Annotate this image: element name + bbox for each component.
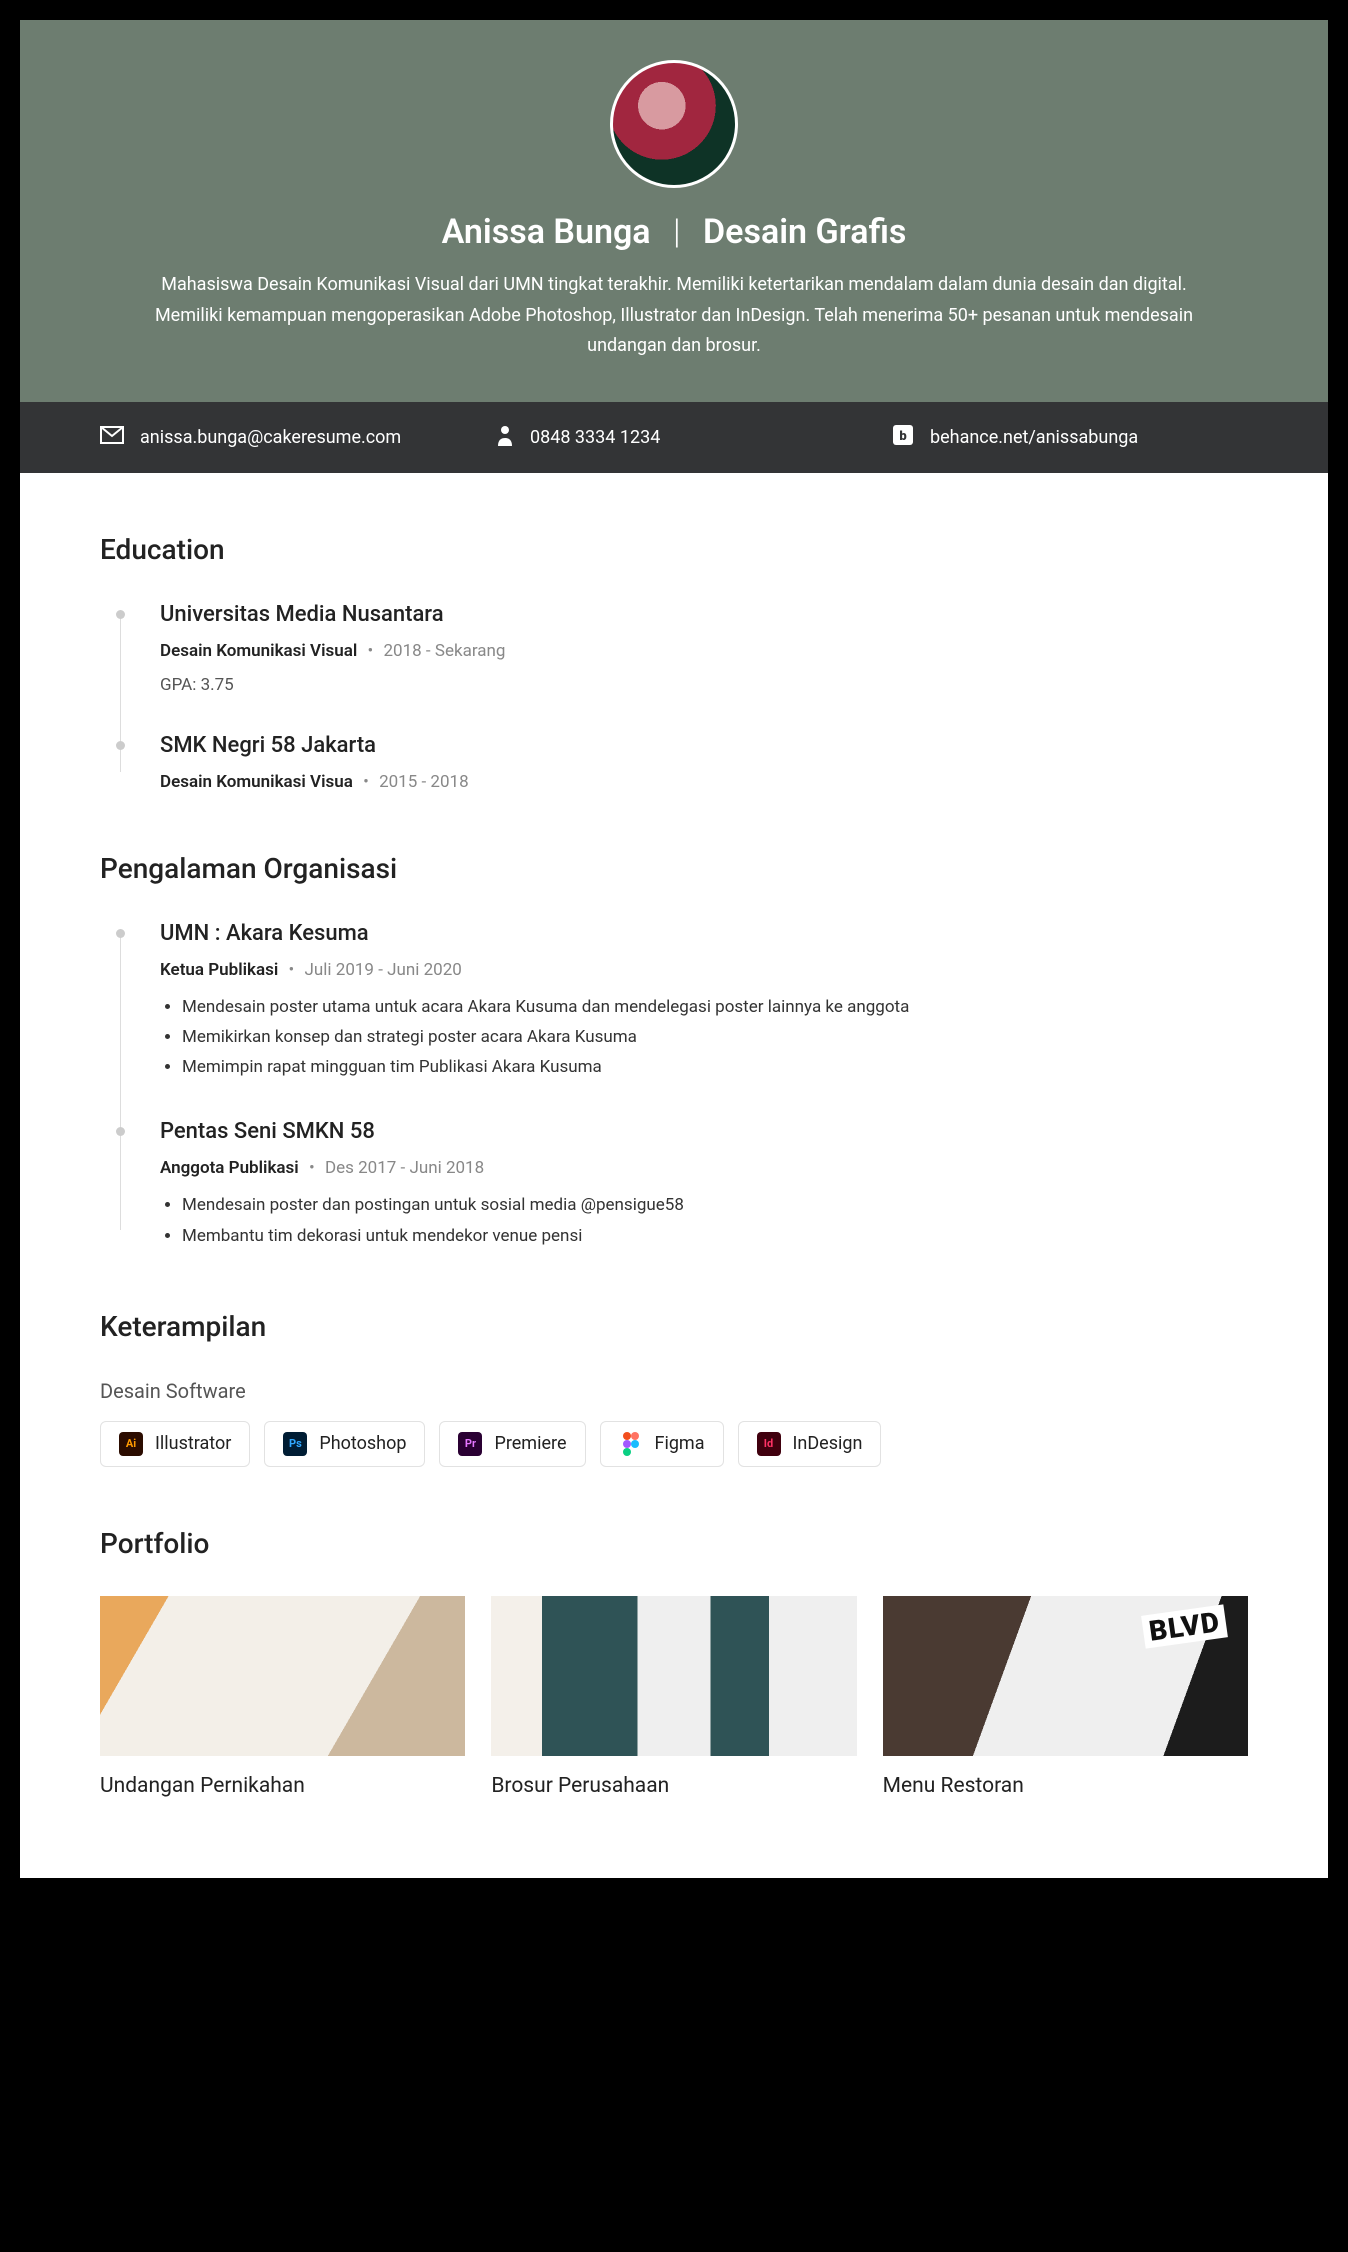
- behance-text: behance.net/anissabunga: [930, 427, 1138, 448]
- education-title: Education: [100, 533, 1248, 566]
- portfolio-image: [491, 1596, 856, 1756]
- org-name: Pentas Seni SMKN 58: [160, 1119, 1248, 1144]
- skill-label: Premiere: [494, 1433, 566, 1454]
- skill-icon: [619, 1432, 643, 1456]
- portfolio-caption: Menu Restoran: [883, 1774, 1248, 1798]
- skills-section: Keterampilan Desain Software Ai Illustrat…: [100, 1310, 1248, 1467]
- org-name: UMN : Akara Kesuma: [160, 921, 1248, 946]
- role-line: Ketua Publikasi • Juli 2019 - Juni 2020: [160, 960, 1248, 980]
- contact-behance: b behance.net/anissabunga: [892, 424, 1248, 451]
- education-timeline: Universitas Media Nusantara Desain Komuni…: [100, 602, 1248, 792]
- skill-label: InDesign: [793, 1433, 863, 1454]
- svg-text:b: b: [899, 429, 906, 444]
- experience-section: Pengalaman Organisasi UMN : Akara Kesuma…: [100, 852, 1248, 1250]
- school-name: SMK Negri 58 Jakarta: [160, 733, 1248, 758]
- portfolio-image: [883, 1596, 1248, 1756]
- hero: Anissa Bunga | Desain Grafis Mahasiswa D…: [20, 20, 1328, 402]
- portfolio-image: [100, 1596, 465, 1756]
- person-icon: [496, 424, 514, 451]
- program-line: Desain Komunikasi Visual • 2018 - Sekara…: [160, 641, 1248, 661]
- contact-email: anissa.bunga@cakeresume.com: [100, 424, 456, 451]
- contact-phone: 0848 3334 1234: [496, 424, 852, 451]
- email-text: anissa.bunga@cakeresume.com: [140, 427, 401, 448]
- skill-chip: Id InDesign: [738, 1421, 882, 1467]
- person-name: Anissa Bunga: [442, 212, 651, 252]
- hero-summary: Mahasiswa Desain Komunikasi Visual dari …: [149, 270, 1199, 362]
- behance-icon: b: [892, 424, 914, 451]
- program-line: Desain Komunikasi Visua • 2015 - 2018: [160, 772, 1248, 792]
- experience-title: Pengalaman Organisasi: [100, 852, 1248, 885]
- skill-chip: Pr Premiere: [439, 1421, 585, 1467]
- content: Education Universitas Media Nusantara Des…: [20, 473, 1328, 1878]
- title-separator: |: [673, 212, 681, 252]
- education-extra: GPA: 3.75: [160, 675, 1248, 695]
- skill-chip: Ai Illustrator: [100, 1421, 250, 1467]
- portfolio-section: Portfolio Undangan Pernikahan Brosur Peru…: [100, 1527, 1248, 1798]
- portfolio-item: Menu Restoran: [883, 1596, 1248, 1798]
- skill-chip: Figma: [600, 1421, 724, 1467]
- resume-page: Anissa Bunga | Desain Grafis Mahasiswa D…: [20, 20, 1328, 1878]
- skill-label: Figma: [655, 1433, 705, 1454]
- experience-item: UMN : Akara Kesuma Ketua Publikasi • Juli…: [160, 921, 1248, 1082]
- skill-label: Photoshop: [319, 1433, 406, 1454]
- skill-icon: Id: [757, 1432, 781, 1456]
- skill-row: Ai Illustrator Ps Photoshop Pr Premiere Figma I…: [100, 1421, 1248, 1467]
- bullet: Membantu tim dekorasi untuk mendekor ven…: [182, 1223, 1248, 1250]
- portfolio-title: Portfolio: [100, 1527, 1248, 1560]
- education-item: Universitas Media Nusantara Desain Komuni…: [160, 602, 1248, 695]
- bullet: Mendesain poster utama untuk acara Akara…: [182, 994, 1248, 1021]
- portfolio-caption: Undangan Pernikahan: [100, 1774, 465, 1798]
- skills-subheading: Desain Software: [100, 1379, 1248, 1403]
- education-item: SMK Negri 58 Jakarta Desain Komunikasi Vi…: [160, 733, 1248, 792]
- skill-label: Illustrator: [155, 1433, 231, 1454]
- avatar: [610, 60, 738, 188]
- skill-icon: Ai: [119, 1432, 143, 1456]
- mail-icon: [100, 426, 124, 449]
- experience-timeline: UMN : Akara Kesuma Ketua Publikasi • Juli…: [100, 921, 1248, 1250]
- skill-icon: Ps: [283, 1432, 307, 1456]
- skill-chip: Ps Photoshop: [264, 1421, 425, 1467]
- role-line: Anggota Publikasi • Des 2017 - Juni 2018: [160, 1158, 1248, 1178]
- school-name: Universitas Media Nusantara: [160, 602, 1248, 627]
- phone-text: 0848 3334 1234: [530, 427, 660, 448]
- contact-bar: anissa.bunga@cakeresume.com 0848 3334 12…: [20, 402, 1328, 473]
- experience-bullets: Mendesain poster utama untuk acara Akara…: [160, 994, 1248, 1082]
- skills-title: Keterampilan: [100, 1310, 1248, 1343]
- bullet: Memimpin rapat mingguan tim Publikasi Ak…: [182, 1054, 1248, 1081]
- portfolio-item: Undangan Pernikahan: [100, 1596, 465, 1798]
- bullet: Memikirkan konsep dan strategi poster ac…: [182, 1024, 1248, 1051]
- skill-icon: Pr: [458, 1432, 482, 1456]
- portfolio-grid: Undangan Pernikahan Brosur Perusahaan Menu…: [100, 1596, 1248, 1798]
- education-section: Education Universitas Media Nusantara Des…: [100, 533, 1248, 792]
- bullet: Mendesain poster dan postingan untuk sos…: [182, 1192, 1248, 1219]
- person-role: Desain Grafis: [703, 212, 906, 252]
- portfolio-caption: Brosur Perusahaan: [491, 1774, 856, 1798]
- hero-title: Anissa Bunga | Desain Grafis: [80, 212, 1268, 252]
- portfolio-item: Brosur Perusahaan: [491, 1596, 856, 1798]
- experience-bullets: Mendesain poster dan postingan untuk sos…: [160, 1192, 1248, 1249]
- experience-item: Pentas Seni SMKN 58 Anggota Publikasi • D…: [160, 1119, 1248, 1249]
